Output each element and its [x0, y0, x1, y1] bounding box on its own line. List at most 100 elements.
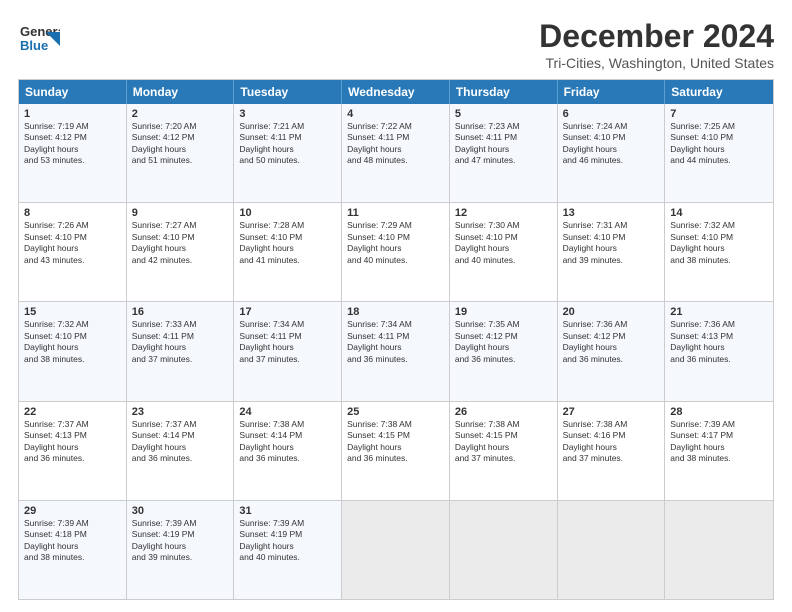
- calendar-cell: 12Sunrise: 7:30 AMSunset: 4:10 PMDayligh…: [450, 203, 558, 301]
- calendar-cell: [342, 501, 450, 599]
- day-info: Sunrise: 7:33 AMSunset: 4:11 PMDaylight …: [132, 319, 229, 365]
- calendar-cell: 31Sunrise: 7:39 AMSunset: 4:19 PMDayligh…: [234, 501, 342, 599]
- day-number: 15: [24, 306, 121, 318]
- day-info: Sunrise: 7:30 AMSunset: 4:10 PMDaylight …: [455, 220, 552, 266]
- day-number: 18: [347, 306, 444, 318]
- calendar-cell: 2Sunrise: 7:20 AMSunset: 4:12 PMDaylight…: [127, 104, 235, 202]
- page: General Blue December 2024 Tri-Cities, W…: [0, 0, 792, 612]
- calendar-cell: 11Sunrise: 7:29 AMSunset: 4:10 PMDayligh…: [342, 203, 450, 301]
- calendar-cell: 24Sunrise: 7:38 AMSunset: 4:14 PMDayligh…: [234, 402, 342, 500]
- header-cell-monday: Monday: [127, 80, 235, 104]
- day-info: Sunrise: 7:39 AMSunset: 4:19 PMDaylight …: [239, 518, 336, 564]
- calendar-cell: [558, 501, 666, 599]
- calendar-row: 29Sunrise: 7:39 AMSunset: 4:18 PMDayligh…: [19, 501, 773, 599]
- calendar-cell: 10Sunrise: 7:28 AMSunset: 4:10 PMDayligh…: [234, 203, 342, 301]
- calendar-cell: 26Sunrise: 7:38 AMSunset: 4:15 PMDayligh…: [450, 402, 558, 500]
- calendar-cell: 9Sunrise: 7:27 AMSunset: 4:10 PMDaylight…: [127, 203, 235, 301]
- subtitle: Tri-Cities, Washington, United States: [539, 55, 774, 71]
- day-number: 5: [455, 108, 552, 120]
- day-info: Sunrise: 7:39 AMSunset: 4:18 PMDaylight …: [24, 518, 121, 564]
- day-number: 3: [239, 108, 336, 120]
- day-info: Sunrise: 7:21 AMSunset: 4:11 PMDaylight …: [239, 121, 336, 167]
- day-info: Sunrise: 7:23 AMSunset: 4:11 PMDaylight …: [455, 121, 552, 167]
- calendar: SundayMondayTuesdayWednesdayThursdayFrid…: [18, 79, 774, 600]
- header-cell-friday: Friday: [558, 80, 666, 104]
- day-number: 7: [670, 108, 768, 120]
- day-number: 27: [563, 406, 660, 418]
- day-info: Sunrise: 7:36 AMSunset: 4:12 PMDaylight …: [563, 319, 660, 365]
- calendar-row: 15Sunrise: 7:32 AMSunset: 4:10 PMDayligh…: [19, 302, 773, 401]
- calendar-cell: 25Sunrise: 7:38 AMSunset: 4:15 PMDayligh…: [342, 402, 450, 500]
- calendar-cell: 15Sunrise: 7:32 AMSunset: 4:10 PMDayligh…: [19, 302, 127, 400]
- header-cell-wednesday: Wednesday: [342, 80, 450, 104]
- calendar-cell: 4Sunrise: 7:22 AMSunset: 4:11 PMDaylight…: [342, 104, 450, 202]
- day-number: 8: [24, 207, 121, 219]
- day-number: 31: [239, 505, 336, 517]
- header: General Blue December 2024 Tri-Cities, W…: [18, 18, 774, 71]
- day-info: Sunrise: 7:26 AMSunset: 4:10 PMDaylight …: [24, 220, 121, 266]
- calendar-cell: 27Sunrise: 7:38 AMSunset: 4:16 PMDayligh…: [558, 402, 666, 500]
- header-cell-saturday: Saturday: [665, 80, 773, 104]
- day-number: 13: [563, 207, 660, 219]
- calendar-cell: 7Sunrise: 7:25 AMSunset: 4:10 PMDaylight…: [665, 104, 773, 202]
- header-cell-sunday: Sunday: [19, 80, 127, 104]
- day-info: Sunrise: 7:37 AMSunset: 4:13 PMDaylight …: [24, 419, 121, 465]
- day-number: 24: [239, 406, 336, 418]
- calendar-cell: [450, 501, 558, 599]
- day-number: 19: [455, 306, 552, 318]
- day-info: Sunrise: 7:25 AMSunset: 4:10 PMDaylight …: [670, 121, 768, 167]
- calendar-cell: 3Sunrise: 7:21 AMSunset: 4:11 PMDaylight…: [234, 104, 342, 202]
- day-number: 9: [132, 207, 229, 219]
- title-area: December 2024 Tri-Cities, Washington, Un…: [539, 18, 774, 71]
- calendar-cell: 28Sunrise: 7:39 AMSunset: 4:17 PMDayligh…: [665, 402, 773, 500]
- calendar-row: 8Sunrise: 7:26 AMSunset: 4:10 PMDaylight…: [19, 203, 773, 302]
- day-info: Sunrise: 7:39 AMSunset: 4:19 PMDaylight …: [132, 518, 229, 564]
- svg-text:Blue: Blue: [20, 38, 48, 53]
- calendar-cell: 30Sunrise: 7:39 AMSunset: 4:19 PMDayligh…: [127, 501, 235, 599]
- day-number: 30: [132, 505, 229, 517]
- day-number: 23: [132, 406, 229, 418]
- day-number: 6: [563, 108, 660, 120]
- day-info: Sunrise: 7:20 AMSunset: 4:12 PMDaylight …: [132, 121, 229, 167]
- day-number: 21: [670, 306, 768, 318]
- day-number: 28: [670, 406, 768, 418]
- day-info: Sunrise: 7:34 AMSunset: 4:11 PMDaylight …: [239, 319, 336, 365]
- calendar-row: 22Sunrise: 7:37 AMSunset: 4:13 PMDayligh…: [19, 402, 773, 501]
- day-info: Sunrise: 7:22 AMSunset: 4:11 PMDaylight …: [347, 121, 444, 167]
- day-number: 2: [132, 108, 229, 120]
- day-info: Sunrise: 7:28 AMSunset: 4:10 PMDaylight …: [239, 220, 336, 266]
- calendar-cell: 23Sunrise: 7:37 AMSunset: 4:14 PMDayligh…: [127, 402, 235, 500]
- day-number: 22: [24, 406, 121, 418]
- day-info: Sunrise: 7:36 AMSunset: 4:13 PMDaylight …: [670, 319, 768, 365]
- day-number: 26: [455, 406, 552, 418]
- day-number: 4: [347, 108, 444, 120]
- header-cell-tuesday: Tuesday: [234, 80, 342, 104]
- day-info: Sunrise: 7:29 AMSunset: 4:10 PMDaylight …: [347, 220, 444, 266]
- day-number: 16: [132, 306, 229, 318]
- day-number: 17: [239, 306, 336, 318]
- day-info: Sunrise: 7:39 AMSunset: 4:17 PMDaylight …: [670, 419, 768, 465]
- day-number: 12: [455, 207, 552, 219]
- calendar-cell: 20Sunrise: 7:36 AMSunset: 4:12 PMDayligh…: [558, 302, 666, 400]
- calendar-row: 1Sunrise: 7:19 AMSunset: 4:12 PMDaylight…: [19, 104, 773, 203]
- calendar-cell: 18Sunrise: 7:34 AMSunset: 4:11 PMDayligh…: [342, 302, 450, 400]
- day-info: Sunrise: 7:35 AMSunset: 4:12 PMDaylight …: [455, 319, 552, 365]
- day-info: Sunrise: 7:32 AMSunset: 4:10 PMDaylight …: [670, 220, 768, 266]
- calendar-body: 1Sunrise: 7:19 AMSunset: 4:12 PMDaylight…: [19, 104, 773, 599]
- header-cell-thursday: Thursday: [450, 80, 558, 104]
- day-number: 20: [563, 306, 660, 318]
- day-number: 1: [24, 108, 121, 120]
- calendar-cell: 16Sunrise: 7:33 AMSunset: 4:11 PMDayligh…: [127, 302, 235, 400]
- calendar-cell: 5Sunrise: 7:23 AMSunset: 4:11 PMDaylight…: [450, 104, 558, 202]
- calendar-cell: 29Sunrise: 7:39 AMSunset: 4:18 PMDayligh…: [19, 501, 127, 599]
- calendar-cell: 8Sunrise: 7:26 AMSunset: 4:10 PMDaylight…: [19, 203, 127, 301]
- day-info: Sunrise: 7:34 AMSunset: 4:11 PMDaylight …: [347, 319, 444, 365]
- logo: General Blue: [18, 18, 60, 60]
- calendar-cell: 17Sunrise: 7:34 AMSunset: 4:11 PMDayligh…: [234, 302, 342, 400]
- calendar-cell: 19Sunrise: 7:35 AMSunset: 4:12 PMDayligh…: [450, 302, 558, 400]
- calendar-cell: 14Sunrise: 7:32 AMSunset: 4:10 PMDayligh…: [665, 203, 773, 301]
- day-info: Sunrise: 7:19 AMSunset: 4:12 PMDaylight …: [24, 121, 121, 167]
- calendar-cell: 22Sunrise: 7:37 AMSunset: 4:13 PMDayligh…: [19, 402, 127, 500]
- day-number: 14: [670, 207, 768, 219]
- day-number: 29: [24, 505, 121, 517]
